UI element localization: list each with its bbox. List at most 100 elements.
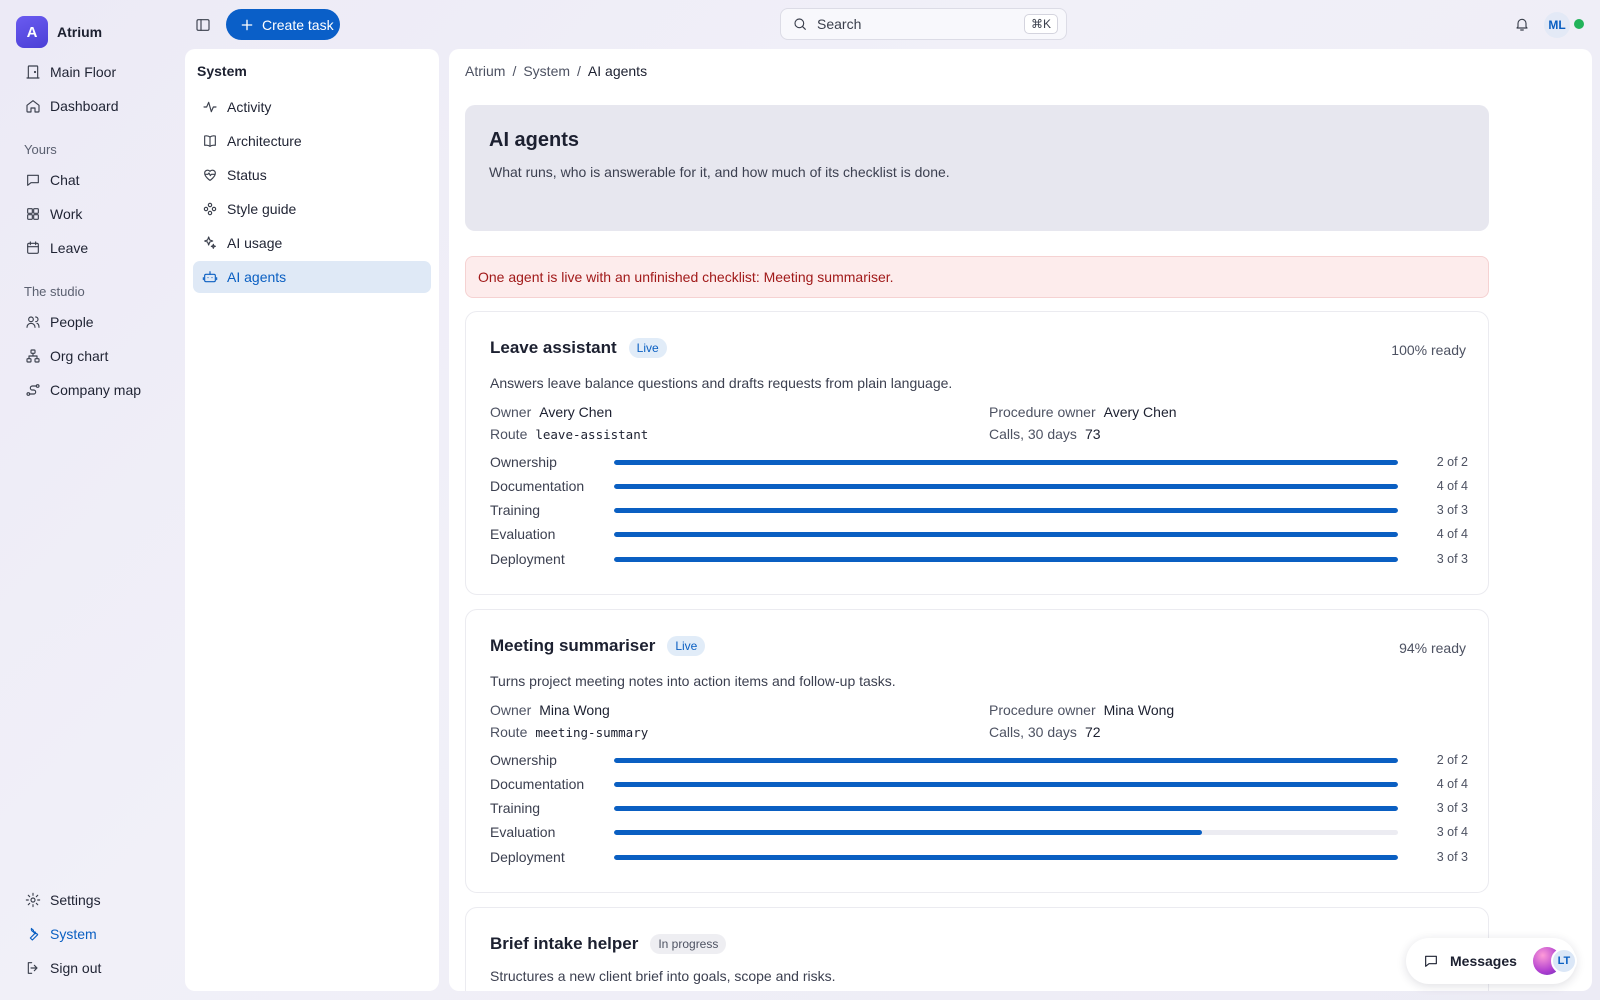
plus-icon [238, 16, 256, 34]
rail-item-label: Settings [50, 892, 101, 908]
messages-button[interactable]: Messages LT [1406, 938, 1577, 984]
chat-icon [24, 171, 42, 189]
checklist-label: Ownership [490, 454, 557, 470]
calls-value: 73 [1084, 426, 1101, 442]
checklist-label: Ownership [490, 752, 557, 768]
progress-track [614, 531, 1398, 537]
brand[interactable]: A Atrium [16, 16, 102, 48]
rail-heading-yours: Yours [24, 142, 57, 157]
rail-item-system[interactable]: System [16, 919, 172, 949]
checklist-row: Evaluation 4 of 4 [490, 524, 1468, 544]
agent-card-leave-assistant: Leave assistant Live 100% ready Answers … [465, 311, 1489, 595]
rail-item-org-chart[interactable]: Org chart [16, 341, 172, 371]
progress-fill [614, 556, 1398, 562]
activity-icon [201, 98, 219, 116]
subnav-item-activity[interactable]: Activity [193, 91, 431, 123]
checklist-row: Documentation 4 of 4 [490, 774, 1468, 794]
home-icon [24, 97, 42, 115]
checklist-label: Evaluation [490, 824, 556, 840]
rail-item-sign-out[interactable]: Sign out [16, 953, 172, 983]
subnav-item-style-guide[interactable]: Style guide [193, 193, 431, 225]
progress-track [614, 507, 1398, 513]
rail-item-people[interactable]: People [16, 307, 172, 337]
subnav-item-ai-usage[interactable]: AI usage [193, 227, 431, 259]
rail-item-label: Dashboard [50, 98, 119, 114]
subnav-item-ai-agents[interactable]: AI agents [193, 261, 431, 293]
org-chart-icon [24, 347, 42, 365]
checklist-row: Ownership 2 of 2 [490, 750, 1468, 770]
checklist-count: 4 of 4 [1436, 777, 1468, 791]
rail-item-main-floor[interactable]: Main Floor [16, 57, 172, 87]
progress-track [614, 556, 1398, 562]
checklist-row: Training 3 of 3 [490, 798, 1468, 818]
calls-field: Calls, 30 days 72 [989, 724, 1101, 740]
search-input[interactable]: Search ⌘K [780, 8, 1067, 40]
breadcrumb: Atrium / System / AI agents [465, 63, 647, 79]
checklist-row: Documentation 4 of 4 [490, 476, 1468, 496]
rail-item-settings[interactable]: Settings [16, 885, 172, 915]
agent-card-title: Brief intake helper In progress [490, 934, 727, 954]
status-badge: In progress [650, 934, 727, 954]
rail-item-work[interactable]: Work [16, 199, 172, 229]
avatar: LT [1550, 948, 1577, 974]
route-label: Route [490, 426, 528, 442]
subnav-item-status[interactable]: Status [193, 159, 431, 191]
subnav-item-architecture[interactable]: Architecture [193, 125, 431, 157]
chat-icon [1422, 952, 1440, 970]
owner-label: Owner [490, 404, 532, 420]
procedure-owner-field: Procedure owner Mina Wong [989, 702, 1174, 718]
breadcrumb-item[interactable]: System [523, 63, 570, 79]
agent-description: Structures a new client brief into goals… [490, 968, 836, 984]
progress-track [614, 483, 1398, 489]
subnav-item-label: Activity [227, 99, 272, 115]
create-task-button[interactable]: Create task [226, 9, 340, 40]
checklist-label: Documentation [490, 776, 585, 792]
route-value: leave-assistant [535, 427, 649, 442]
checklist-row: Ownership 2 of 2 [490, 452, 1468, 472]
sparkle-icon [201, 234, 219, 252]
owner-field: Owner Avery Chen [490, 404, 612, 420]
door-icon [24, 63, 42, 81]
user-avatar[interactable]: ML [1544, 12, 1570, 38]
checklist-count: 4 of 4 [1436, 527, 1468, 541]
rail-item-company-map[interactable]: Company map [16, 375, 172, 405]
checklist-count: 3 of 3 [1436, 503, 1468, 517]
subnav-item-label: Architecture [227, 133, 302, 149]
breadcrumb-separator: / [512, 63, 517, 79]
route-label: Route [490, 724, 528, 740]
progress-track [614, 829, 1398, 835]
checklist-label: Deployment [490, 849, 565, 865]
calendar-icon [24, 239, 42, 257]
sidebar-toggle-icon[interactable] [192, 14, 214, 36]
rail-heading-studio: The studio [24, 284, 85, 299]
rail-item-dashboard[interactable]: Dashboard [16, 91, 172, 121]
procedure-owner-field: Procedure owner Avery Chen [989, 404, 1177, 420]
checklist-count: 2 of 2 [1436, 753, 1468, 767]
heart-pulse-icon [201, 166, 219, 184]
progress-track [614, 854, 1398, 860]
calls-field: Calls, 30 days 73 [989, 426, 1101, 442]
agent-name: Meeting summariser [490, 636, 656, 655]
route-field: Route meeting-summary [490, 724, 648, 740]
rail-item-label: System [50, 926, 97, 942]
checklist-label: Training [490, 800, 541, 816]
subnav-item-label: Style guide [227, 201, 297, 217]
book-icon [201, 132, 219, 150]
owner-value: Avery Chen [539, 404, 613, 420]
rail-item-chat[interactable]: Chat [16, 165, 172, 195]
breadcrumb-item[interactable]: Atrium [465, 63, 505, 79]
owner-field: Owner Mina Wong [490, 702, 610, 718]
calls-label: Calls, 30 days [989, 426, 1077, 442]
progress-fill [614, 531, 1398, 537]
checklist-row: Training 3 of 3 [490, 500, 1468, 520]
brand-name: Atrium [57, 24, 103, 40]
progress-track [614, 805, 1398, 811]
checklist-count: 4 of 4 [1436, 479, 1468, 493]
page-title: AI agents [489, 129, 580, 151]
bell-icon[interactable] [1513, 15, 1531, 33]
agent-name: Leave assistant [490, 338, 617, 357]
progress-fill [614, 507, 1398, 513]
presence-dot [1574, 19, 1584, 29]
rail-item-leave[interactable]: Leave [16, 233, 172, 263]
palette-icon [201, 200, 219, 218]
